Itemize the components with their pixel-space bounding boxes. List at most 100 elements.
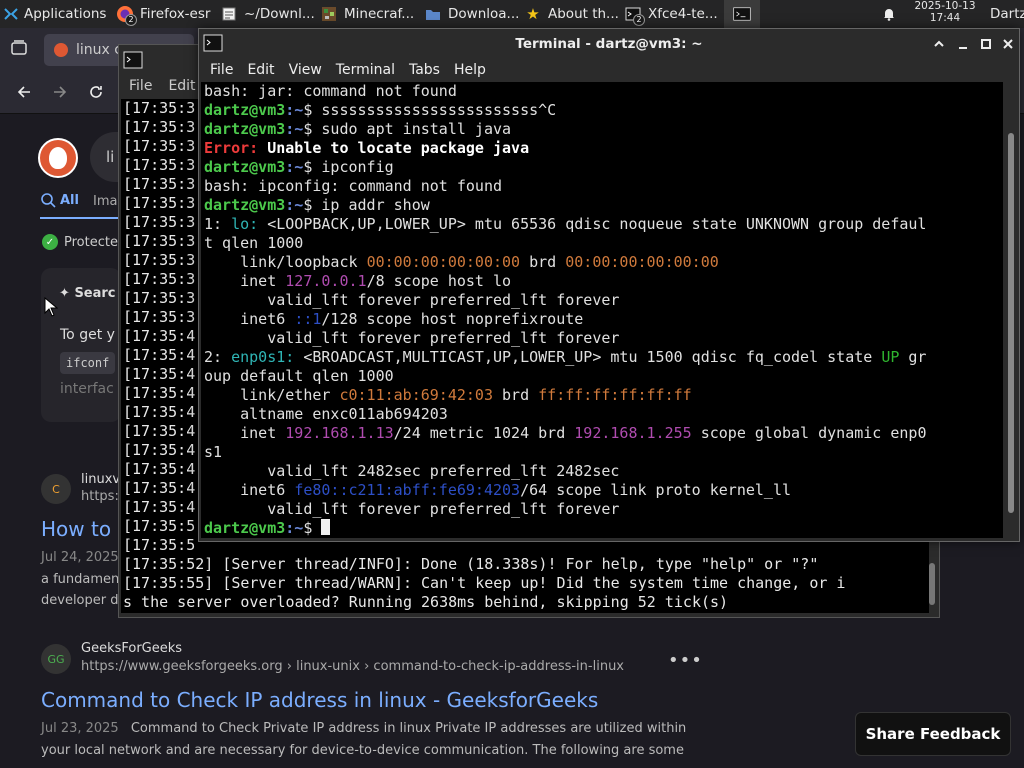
command-line: dartz@vm3:~$ — [204, 519, 331, 538]
interface-name: lo: — [231, 215, 259, 233]
menu-view[interactable]: View — [282, 62, 329, 78]
minimize-button[interactable] — [953, 34, 973, 54]
top-panel: Applications ☰ 2 Firefox-esr ~/Downl... … — [0, 0, 1024, 28]
output-line: link/loopback 00:00:00:00:00:00 brd 00:0… — [204, 253, 719, 272]
desktop: Applications ☰ 2 Firefox-esr ~/Downl... … — [0, 0, 1024, 768]
result-site-name[interactable]: GeeksForGeeks — [81, 641, 182, 656]
terminal-output[interactable]: bash: jar: command not found dartz@vm3:~… — [201, 82, 1003, 538]
log-line: [17:35:4 — [123, 498, 196, 516]
minecraft-icon — [320, 5, 338, 23]
log-line: [17:35:4 — [123, 460, 196, 478]
forward-button[interactable] — [46, 78, 74, 106]
check-icon: ✓ — [42, 234, 58, 250]
menu-file[interactable]: File — [119, 78, 158, 94]
output-line: t qlen 1000 — [204, 234, 304, 252]
output-line: valid_lft 2482sec preferred_lft 2482sec — [204, 462, 620, 480]
log-line: [17:35:3 — [123, 137, 196, 155]
protected-label: Protecte — [64, 234, 118, 250]
output-line: valid_lft forever preferred_lft forever — [204, 500, 620, 518]
prompt-path: :~ — [285, 101, 304, 119]
menu-file[interactable]: File — [203, 62, 240, 78]
task-label: Firefox-esr — [140, 6, 211, 22]
duckduckgo-logo[interactable] — [38, 138, 78, 178]
tab-all[interactable]: All — [40, 192, 79, 208]
menu-edit[interactable]: Edit — [158, 78, 201, 94]
applications-label: Applications — [24, 6, 107, 22]
output-line: inet 192.168.1.13/24 metric 1024 brd 192… — [204, 424, 926, 443]
result-date: Jul 23, 2025 — [41, 721, 119, 736]
mac-address: 00:00:00:00:00:00 — [565, 253, 719, 271]
terminal-cursor — [321, 519, 331, 535]
applications-menu[interactable]: Applications ☰ — [0, 0, 110, 28]
log-line: [17:35:4 — [123, 441, 196, 459]
share-feedback-button[interactable]: Share Feedback — [855, 712, 1011, 756]
menu-tabs[interactable]: Tabs — [402, 62, 447, 78]
log-line: [17:35:4 — [123, 422, 196, 440]
result-site-name[interactable]: linuxv — [81, 472, 120, 487]
task-label: About th... — [548, 6, 618, 22]
tab-overview-icon[interactable] — [10, 39, 30, 59]
text: <BROADCAST,MULTICAST,UP,LOWER_UP> mtu 15… — [294, 348, 882, 366]
reload-button[interactable] — [82, 78, 110, 106]
error-line: Error: Unable to locate package java — [204, 139, 529, 158]
task-count-badge: 2 — [125, 14, 137, 26]
text: /128 scope host noprefixroute — [321, 310, 584, 328]
task-terminal-active[interactable] — [724, 0, 760, 28]
log-line-done: [17:35:52] [Server thread/INFO]: Done (1… — [123, 555, 819, 573]
output-line: 1: lo: <LOOPBACK,UP,LOWER_UP> mtu 65536 … — [204, 215, 926, 234]
output-line: valid_lft forever preferred_lft forever — [204, 291, 620, 309]
prompt-user: dartz@vm3 — [204, 519, 286, 537]
terminal-scrollbar[interactable] — [929, 563, 935, 605]
command-line: dartz@vm3:~$ ssssssssssssssssssssssss^C — [204, 101, 556, 120]
terminal-menubar: File Edit View Terminal Tabs Help — [199, 58, 1019, 82]
search-input-text: li — [106, 148, 115, 166]
menu-terminal[interactable]: Terminal — [329, 62, 402, 78]
log-line: [17:35:3 — [123, 270, 196, 288]
ipv6-address: fe80::c211:abff:fe69:4203 — [294, 481, 521, 499]
tab-all-underline — [40, 217, 120, 219]
shade-button[interactable] — [929, 34, 949, 54]
notifications-icon[interactable] — [876, 0, 902, 28]
menu-help[interactable]: Help — [447, 62, 493, 78]
text: inet6 — [204, 481, 295, 499]
tab-all-label: All — [60, 192, 79, 208]
tab-images[interactable]: Ima — [93, 194, 117, 209]
mac-address: ff:ff:ff:ff:ff:ff — [538, 386, 692, 404]
task-about[interactable]: ★ About th... — [518, 0, 618, 28]
result-url[interactable]: https://www.geeksforgeeks.org › linux-un… — [81, 659, 624, 674]
search-assist-text: To get y — [60, 327, 115, 343]
task-downloads-folder[interactable]: Downloa... — [418, 0, 518, 28]
mac-address: c0:11:ab:69:42:03 — [339, 386, 493, 404]
result-url[interactable]: https:/ — [81, 489, 123, 504]
geeksforgeeks-favicon: GG — [41, 644, 71, 674]
text: <LOOPBACK,UP,LOWER_UP> mtu 65536 qdisc n… — [258, 215, 927, 233]
terminal-scrollbar[interactable] — [1008, 133, 1014, 513]
terminal-window-main[interactable]: Terminal - dartz@vm3: ~ File Edit View T… — [198, 28, 1020, 542]
interface-name: enp0s1: — [231, 348, 295, 366]
back-button[interactable] — [10, 78, 38, 106]
log-line: [17:35:3 — [123, 251, 196, 269]
terminal-titlebar[interactable]: Terminal - dartz@vm3: ~ — [199, 29, 1019, 58]
star-icon: ★ — [526, 5, 540, 23]
protected-badge[interactable]: ✓ Protecte — [42, 234, 118, 250]
result-title-link[interactable]: Command to Check IP address in linux - G… — [41, 688, 598, 712]
maximize-button[interactable] — [976, 34, 996, 54]
xfce-mouse-icon — [2, 5, 20, 23]
task-downloads-editor[interactable]: ~/Downl... — [214, 0, 314, 28]
text: /8 scope host lo — [366, 272, 512, 290]
more-options-icon[interactable]: ••• — [668, 650, 703, 671]
task-minecraft[interactable]: Minecraf... — [314, 0, 418, 28]
menu-edit[interactable]: Edit — [240, 62, 281, 78]
log-line: [17:35:4 — [123, 327, 196, 345]
result-title-link[interactable]: How to — [41, 517, 111, 541]
text: brd — [520, 253, 566, 271]
user-menu[interactable]: Dartz — [988, 0, 1024, 28]
task-terminals[interactable]: 2 Xfce4-te... — [618, 0, 722, 28]
task-firefox[interactable]: 2 Firefox-esr — [110, 0, 214, 28]
clock[interactable]: 2025-10-13 17:44 — [902, 0, 988, 28]
close-button[interactable] — [998, 34, 1018, 54]
output-line: inet 127.0.0.1/8 scope host lo — [204, 272, 511, 291]
output-line: altname enxc011ab694203 — [204, 405, 448, 423]
text: inet — [204, 424, 286, 442]
error-message: Unable to locate package java — [267, 139, 530, 157]
